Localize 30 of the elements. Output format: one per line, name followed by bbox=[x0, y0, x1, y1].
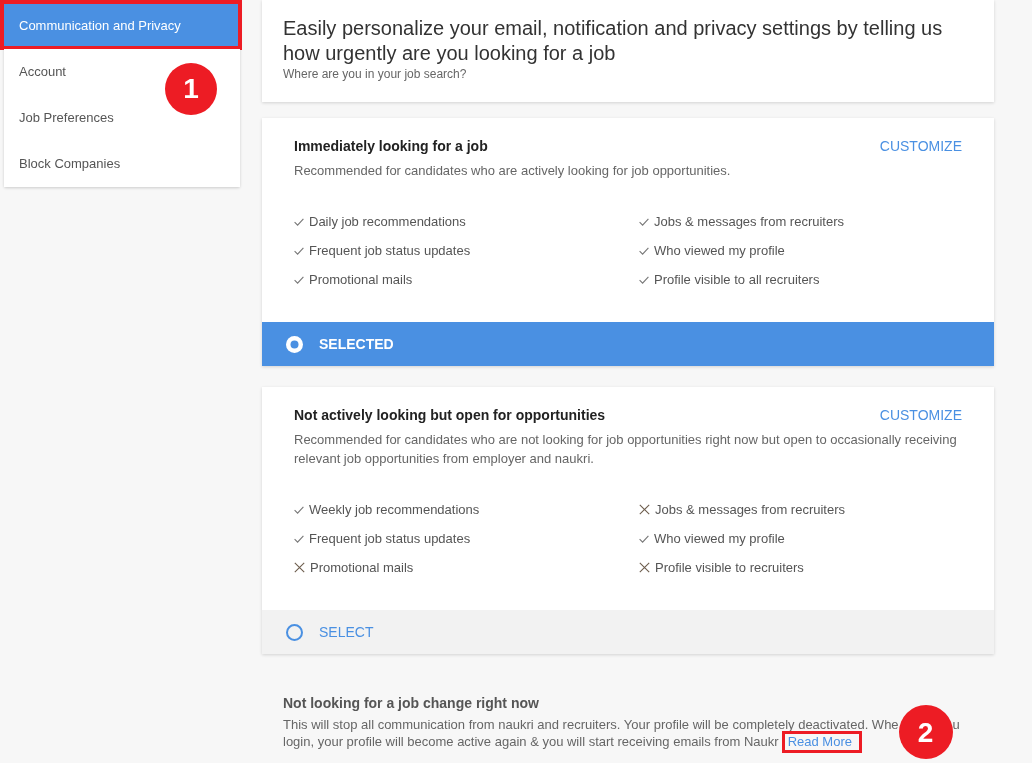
select-option-button[interactable]: SELECTED bbox=[262, 322, 994, 366]
description-text: This will stop all communication from naukri and recruiters. Your profile will be completely deactivated. Whe bbox=[283, 716, 899, 733]
feature-text: Profile visible to all recruiters bbox=[654, 270, 820, 289]
feature-text: Frequent job status updates bbox=[309, 241, 471, 260]
option-title: Immediately looking for a job bbox=[294, 137, 488, 156]
section-title: Not looking for a job change right now bbox=[283, 694, 540, 712]
description-text: login, your profile will become active again & you will start receiving emails from Naukr bbox=[283, 733, 779, 750]
feature-text: Profile visible to recruiters bbox=[655, 558, 804, 577]
option-description: Recommended for candidates who are not looking for job opportunities right now but open to occasionally receiving relevant job opportunities from employer and naukri. bbox=[294, 431, 958, 468]
sidebar-item[interactable]: Communication and Privacy bbox=[4, 3, 240, 49]
read-more-link[interactable]: Read More bbox=[787, 734, 852, 749]
customize-link[interactable]: CUSTOMIZE bbox=[879, 136, 962, 156]
customize-link[interactable]: CUSTOMIZE bbox=[879, 405, 962, 425]
feature-text: Jobs & messages from recruiters bbox=[654, 212, 844, 231]
feature-text: Daily job recommendations bbox=[309, 212, 466, 231]
feature-text: Weekly job recommendations bbox=[309, 500, 480, 519]
feature-text: Frequent job status updates bbox=[309, 529, 471, 548]
feature-text: Promotional mails bbox=[310, 558, 414, 577]
description-text: u bbox=[952, 716, 960, 733]
feature-text: Jobs & messages from recruiters bbox=[655, 500, 845, 519]
select-option-button[interactable]: SELECT bbox=[262, 610, 994, 654]
step-number-marker: 2 bbox=[898, 705, 953, 759]
option-description: Recommended for candidates who are actively looking for job opportunities. bbox=[294, 162, 732, 180]
option-title: Not actively looking but open for opportunities bbox=[294, 406, 606, 425]
sidebar-item[interactable]: Block Companies bbox=[4, 141, 240, 187]
page-heading: Easily personalize your email, notification and privacy settings by telling us how urgently are you looking for a job bbox=[283, 16, 944, 66]
feature-text: Who viewed my profile bbox=[654, 241, 785, 260]
feature-text: Who viewed my profile bbox=[654, 529, 785, 548]
page-subheading: Where are you in your job search? bbox=[283, 66, 468, 82]
feature-text: Promotional mails bbox=[309, 270, 413, 289]
